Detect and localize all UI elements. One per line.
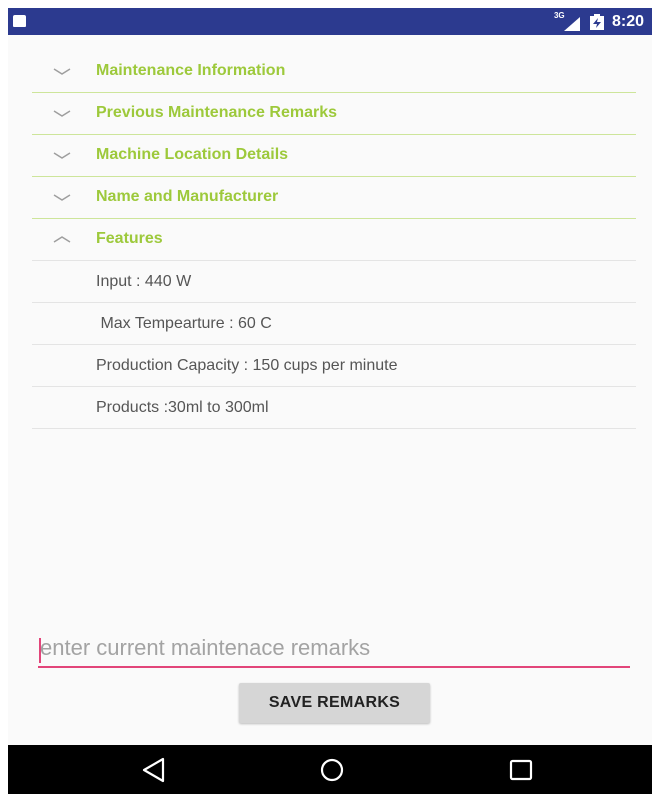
section-title: Maintenance Information: [96, 62, 286, 79]
save-remarks-button[interactable]: SAVE REMARKS: [239, 683, 430, 723]
status-icons: 3G 8:20: [554, 11, 644, 32]
list-item: Products :30ml to 300ml: [32, 387, 636, 429]
section-machine-location-details[interactable]: Machine Location Details: [32, 135, 636, 177]
section-previous-maintenance-remarks[interactable]: Previous Maintenance Remarks: [32, 93, 636, 135]
chevron-down-icon: [53, 110, 71, 117]
feature-max-temperature: Max Tempearture : 60 C: [96, 315, 272, 332]
feature-production-capacity: Production Capacity : 150 cups per minut…: [96, 357, 398, 374]
home-icon[interactable]: [317, 755, 347, 785]
feature-input: Input : 440 W: [96, 273, 192, 290]
section-name-and-manufacturer[interactable]: Name and Manufacturer: [32, 177, 636, 219]
signal-icon: 3G: [554, 11, 580, 31]
section-title: Name and Manufacturer: [96, 188, 279, 205]
chevron-up-icon: [53, 236, 71, 243]
recents-icon[interactable]: [506, 755, 536, 785]
section-title: Features: [96, 230, 163, 247]
feature-products: Products :30ml to 300ml: [96, 399, 269, 416]
section-maintenance-information[interactable]: Maintenance Information: [32, 51, 636, 93]
list-item: Input : 440 W: [32, 261, 636, 303]
section-title: Previous Maintenance Remarks: [96, 104, 337, 121]
text-cursor: [39, 638, 41, 663]
navigation-bar: [8, 745, 652, 794]
chevron-down-icon: [53, 68, 71, 75]
clock-time: 8:20: [611, 13, 644, 30]
chevron-down-icon: [53, 194, 71, 201]
section-title: Machine Location Details: [96, 146, 289, 163]
app-content: Maintenance Information Previous Mainten…: [8, 35, 652, 745]
status-bar: 3G 8:20: [8, 8, 652, 35]
list-item: Production Capacity : 150 cups per minut…: [32, 345, 636, 387]
sd-card-icon: [13, 15, 26, 27]
accordion-list: Maintenance Information Previous Mainten…: [32, 51, 636, 429]
chevron-down-icon: [53, 152, 71, 159]
battery-charging-icon: [589, 14, 604, 30]
list-item: Max Tempearture : 60 C: [32, 303, 636, 345]
section-features[interactable]: Features: [32, 219, 636, 261]
back-icon[interactable]: [139, 755, 169, 785]
remarks-input[interactable]: [38, 632, 630, 668]
